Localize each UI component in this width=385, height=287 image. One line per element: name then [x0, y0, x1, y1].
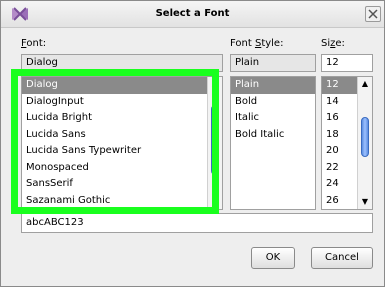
list-item-font[interactable]: Lucida Sans Typewriter	[22, 143, 222, 160]
size-list-scrollbar[interactable]: ▲ ▼	[357, 77, 372, 209]
font-style-label: Font Style:	[230, 38, 284, 49]
list-item-font[interactable]: Sazanami Gothic	[22, 193, 222, 210]
close-icon	[368, 9, 378, 19]
scroll-thumb[interactable]	[211, 105, 219, 175]
cancel-button[interactable]: Cancel	[311, 247, 373, 269]
font-list-scrollbar[interactable]: ▲ ▼	[207, 77, 222, 209]
title-bar[interactable]: Select a Font	[1, 1, 384, 28]
scroll-down-icon[interactable]: ▼	[360, 197, 370, 207]
scroll-thumb[interactable]	[361, 117, 369, 157]
close-button[interactable]	[365, 6, 381, 22]
list-item-font[interactable]: Lucida Sans	[22, 127, 222, 144]
font-preview: abcABC123	[21, 213, 373, 233]
window-title: Select a Font	[155, 8, 230, 19]
list-item-style[interactable]: Italic	[231, 110, 315, 127]
list-item-style[interactable]: Plain	[231, 77, 315, 94]
list-item-font[interactable]: SansSerif	[22, 176, 222, 193]
ok-button[interactable]: OK	[251, 247, 295, 269]
list-item-font[interactable]: Monospaced	[22, 160, 222, 177]
font-dialog: Select a Font Font: Font Style: Size: Di…	[0, 0, 385, 287]
font-style-field[interactable]: Plain	[230, 54, 316, 72]
list-item-font[interactable]: Lucida Bright	[22, 110, 222, 127]
list-item-style[interactable]: Bold Italic	[231, 127, 315, 144]
font-list[interactable]: Dialog DialogInput Lucida Bright Lucida …	[21, 76, 223, 210]
scroll-up-icon[interactable]: ▲	[210, 79, 220, 89]
size-list[interactable]: 12 14 16 18 20 22 24 26 ▲ ▼	[321, 76, 373, 210]
size-field[interactable]: 12	[321, 54, 373, 72]
font-name-field[interactable]: Dialog	[21, 54, 223, 72]
size-label: Size:	[321, 38, 345, 49]
scroll-up-icon[interactable]: ▲	[360, 79, 370, 89]
list-item-font[interactable]: Dialog	[22, 77, 222, 94]
font-label: Font:	[21, 38, 47, 49]
list-item-font[interactable]: DialogInput	[22, 94, 222, 111]
scroll-down-icon[interactable]: ▼	[210, 197, 220, 207]
font-style-list[interactable]: Plain Bold Italic Bold Italic	[230, 76, 316, 210]
list-item-style[interactable]: Bold	[231, 94, 315, 111]
